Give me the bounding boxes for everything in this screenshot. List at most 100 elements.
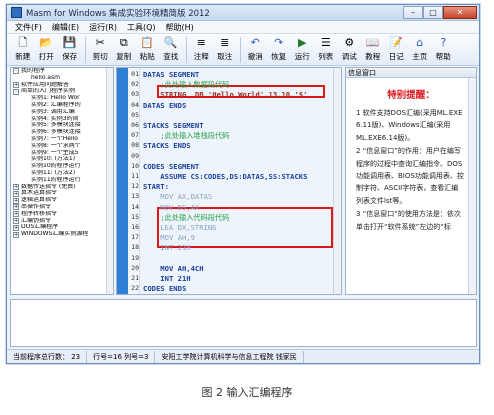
tree-item[interactable]: + 软件应用问题解答: [11, 82, 113, 89]
expand-icon[interactable]: +: [13, 183, 19, 190]
tree-item[interactable]: + 串操作指令: [11, 204, 113, 211]
close-button[interactable]: ✕: [443, 5, 477, 19]
expand-icon[interactable]: +: [13, 197, 19, 204]
uncomment-icon: ≣: [220, 36, 230, 49]
toolbar-button[interactable]: ⌂ 主页: [408, 35, 432, 62]
expand-icon[interactable]: +: [13, 231, 19, 238]
toolbar-button-label: 帮助: [435, 52, 451, 61]
tree-item[interactable]: + WINDOWS汇编实例源程: [11, 231, 113, 238]
toolbar-button[interactable]: 📝 日记: [385, 35, 409, 62]
program-tree[interactable]: - 我的程序 hello.asm + 软件应用问题解答 - 简单的入门程序实例 实例1: He…: [10, 67, 114, 295]
toolbar-button[interactable]: ⧉ 复制: [112, 35, 136, 62]
line-number: 06: [131, 121, 139, 129]
menu-item[interactable]: 工具(Q): [122, 22, 161, 33]
tree-scrollbar[interactable]: [106, 68, 113, 294]
open-folder-icon: 📂: [39, 36, 54, 49]
info-paragraph: 1 软件支持DOS汇编(采用ML.EXE 6.11版)、Windows汇编(采用…: [356, 109, 463, 142]
menu-item[interactable]: 编辑(E): [47, 22, 84, 33]
expand-icon[interactable]: +: [13, 211, 19, 218]
toolbar-button[interactable]: ⚙ 调试: [338, 35, 362, 62]
line-number: 04: [131, 100, 139, 109]
menu-item[interactable]: 文件(F): [10, 22, 47, 33]
toolbar-button[interactable]: 🗋 新建: [11, 35, 35, 62]
tree-item[interactable]: + 汇编伪指令: [11, 218, 113, 225]
code-line: START:: [143, 182, 169, 192]
info-title: 特别提醒：: [387, 90, 435, 101]
line-number: 18: [131, 243, 139, 252]
expand-icon[interactable]: +: [13, 81, 19, 88]
line-number: 22: [131, 284, 139, 293]
tree-item[interactable]: 实例10: (方法1): [11, 156, 113, 163]
output-panel[interactable]: [10, 299, 477, 347]
toolbar-button-label: 粘贴: [139, 52, 155, 61]
tree-item[interactable]: 实例2: 汇编程序的: [11, 102, 113, 109]
tree-item[interactable]: + 数据传送指令 (免费): [11, 184, 113, 191]
toolbar-button[interactable]: ▶ 运行: [291, 35, 315, 62]
toolbar-button[interactable]: 💾 保存: [58, 35, 82, 62]
toolbar-button[interactable]: ≡ 注释: [190, 35, 214, 62]
tree-item[interactable]: 实例3: 调用汇编: [11, 109, 113, 116]
minimize-button[interactable]: –: [403, 5, 423, 19]
toolbar-button[interactable]: ☰ 列表: [314, 35, 338, 62]
toolbar-button[interactable]: 🔍 查找: [159, 35, 183, 62]
tree-item[interactable]: - 我的程序: [11, 68, 113, 75]
tree-item[interactable]: 实例10的程序运行: [11, 163, 113, 170]
tree-item[interactable]: 实例7: 一个Hello: [11, 136, 113, 143]
expand-icon[interactable]: +: [13, 217, 19, 224]
info-scrollbar[interactable]: [468, 78, 476, 294]
collapse-icon[interactable]: -: [13, 88, 19, 95]
figure-caption: 图 2 输入汇编程序: [201, 386, 293, 399]
tree-item-label: 实例6: 多模块连接: [31, 129, 81, 136]
toolbar-button[interactable]: ↷ 恢复: [267, 35, 291, 62]
toolbar-button[interactable]: ✂ 剪切: [89, 35, 113, 62]
toolbar-button-label: 恢复: [271, 52, 287, 61]
menu-bar: 文件(F) 编辑(E) 运行(R) 工具(Q) 帮助(H): [7, 21, 479, 34]
tree-item[interactable]: 实例1: Hello Wor: [11, 95, 113, 102]
code-editor[interactable]: 01 02 03 04 05 06 07 08 09 10 11 12 13 14 15 16 17 18 19 20…: [116, 67, 342, 295]
code-line: MOV AH,9: [143, 233, 195, 243]
toolbar-button-label: 主页: [412, 52, 428, 61]
tree-item-label: WINDOWS汇编实例源程: [21, 231, 89, 238]
expand-icon[interactable]: +: [13, 204, 19, 211]
toolbar-button-label: 打开: [38, 52, 54, 61]
tree-item[interactable]: 实例11: (方法2): [11, 170, 113, 177]
work-area: - 我的程序 hello.asm + 软件应用问题解答 - 简单的入门程序实例 实例1: He…: [7, 67, 479, 295]
toolbar-button[interactable]: ↶ 撤消: [244, 35, 268, 62]
tree-item[interactable]: + 程序转移指令: [11, 211, 113, 218]
toolbar: 🗋 新建 📂 打开 💾 保存 ✂ 剪切 ⧉ 复制 📋 粘贴 🔍 查找 ≡ 注释 ≣ 取注 ↶ 撤消 ↷ 恢复 ▶ 运行 ☰ 列表 ⚙…: [7, 34, 479, 66]
toolbar-button-label: 调试: [341, 52, 357, 61]
expand-icon[interactable]: +: [13, 224, 19, 231]
toolbar-button-label: 复制: [116, 52, 132, 61]
toolbar-button[interactable]: 📂 打开: [35, 35, 59, 62]
toolbar-button-label: 列表: [318, 52, 334, 61]
tree-item[interactable]: 实例11的程序运行: [11, 177, 113, 184]
tree-item[interactable]: - 简单的入门程序实例: [11, 88, 113, 95]
undo-icon: ↶: [250, 36, 260, 49]
menu-item[interactable]: 帮助(H): [161, 22, 199, 33]
code-area[interactable]: DATAS SEGMENT ;此处输入数据段代码 STRING DB 'Hell…: [143, 68, 333, 294]
tree-item[interactable]: + 算术运算指令: [11, 190, 113, 197]
tree-item[interactable]: 实例4: 实例3的简: [11, 116, 113, 123]
line-number: 14: [131, 202, 139, 211]
collapse-icon[interactable]: -: [13, 68, 19, 75]
toolbar-button-label: 运行: [294, 52, 310, 61]
tree-item[interactable]: + 逻辑运算指令: [11, 197, 113, 204]
tree-item[interactable]: 实例8: 一个求两个: [11, 143, 113, 150]
expand-icon[interactable]: +: [13, 190, 19, 197]
toolbar-button[interactable]: ≣ 取注: [213, 35, 237, 62]
tree-item-label: 汇编伪指令: [21, 217, 52, 224]
menu-item[interactable]: 运行(R): [84, 22, 122, 33]
tree-item[interactable]: 实例5: 多模块连接: [11, 122, 113, 129]
toolbar-button[interactable]: 📖 教程: [361, 35, 385, 62]
maximize-button[interactable]: □: [423, 5, 443, 19]
tree-item[interactable]: 实例9: 一个生成5: [11, 150, 113, 157]
toolbar-button[interactable]: ? 帮助: [432, 35, 456, 62]
tree-item[interactable]: hello.asm: [11, 75, 113, 82]
tree-item[interactable]: + DOS汇编程序: [11, 224, 113, 231]
diary-icon: 📝: [389, 36, 404, 49]
line-number: 02: [131, 80, 139, 89]
tree-item[interactable]: 实例6: 多模块连接: [11, 129, 113, 136]
editor-scrollbar[interactable]: [333, 68, 341, 294]
tree-item-label: 算术运算指令: [21, 190, 58, 197]
toolbar-button[interactable]: 📋 粘贴: [136, 35, 160, 62]
